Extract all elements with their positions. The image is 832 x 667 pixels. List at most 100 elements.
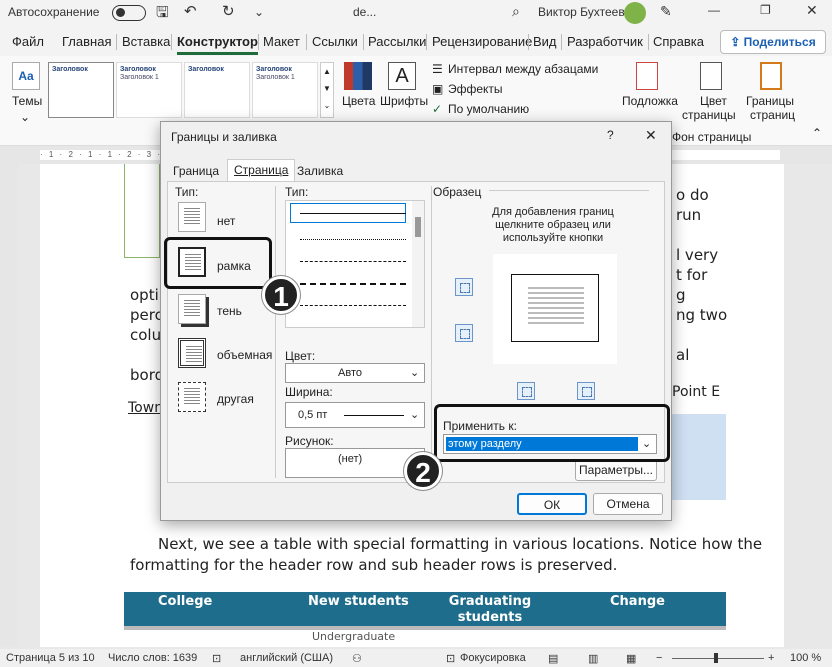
page-borders-label-2[interactable]: страниц <box>750 108 795 122</box>
tab-insert[interactable]: Вставка <box>122 34 170 49</box>
preview-area[interactable] <box>493 254 617 364</box>
themes-icon[interactable]: Aa <box>12 62 40 90</box>
effects-button[interactable]: Эффекты <box>448 82 503 96</box>
top-border-button[interactable] <box>455 278 473 296</box>
qat-more-icon[interactable]: ⌄ <box>254 5 264 19</box>
zoom-out-icon[interactable]: − <box>656 652 662 664</box>
accessibility-icon[interactable]: ⚇ <box>352 652 362 665</box>
style-set-4[interactable]: Заголовок Заголовок 1 <box>252 62 318 118</box>
style-set-2[interactable]: Заголовок Заголовок 1 <box>116 62 182 118</box>
set-default-button[interactable]: По умолчанию <box>448 102 529 116</box>
focus-button[interactable]: Фокусировка <box>460 652 526 664</box>
line-style-list[interactable] <box>285 200 425 328</box>
options-button[interactable]: Параметры... <box>575 459 657 481</box>
web-layout-icon[interactable]: ▦ <box>626 652 636 665</box>
zoom-slider[interactable] <box>672 658 764 659</box>
fonts-icon[interactable]: A <box>388 62 416 90</box>
line-style-dotted[interactable] <box>300 239 406 240</box>
ok-button[interactable]: ОК <box>517 493 587 515</box>
page-borders-icon[interactable] <box>760 62 782 90</box>
zoom-in-icon[interactable]: + <box>768 652 774 664</box>
close-icon[interactable]: ✕ <box>806 2 818 19</box>
help-button[interactable]: ? <box>607 128 614 142</box>
doc-fragment: Point E <box>672 384 721 400</box>
tab-layout[interactable]: Макет <box>263 34 300 49</box>
restore-icon[interactable]: ❐ <box>760 3 771 17</box>
colors-icon[interactable] <box>344 62 372 90</box>
tab-view[interactable]: Вид <box>533 34 557 49</box>
setting-shadow[interactable]: тень <box>217 304 242 318</box>
color-dropdown[interactable]: Авто ⌄ <box>285 363 425 383</box>
tab-design[interactable]: Конструктор <box>177 34 258 55</box>
watermark-button[interactable]: Подложка <box>622 94 678 108</box>
word-count[interactable]: Число слов: 1639 <box>108 652 197 664</box>
save-icon[interactable]: 🖫 <box>156 2 169 27</box>
close-icon[interactable]: ✕ <box>645 127 657 144</box>
tab-home[interactable]: Главная <box>62 34 111 49</box>
setting-custom[interactable]: другая <box>217 392 254 406</box>
print-layout-icon[interactable]: ▥ <box>588 652 598 665</box>
tab-help[interactable]: Справка <box>653 34 704 49</box>
cancel-button[interactable]: Отмена <box>593 493 663 515</box>
tab-borders[interactable]: Граница <box>167 162 225 182</box>
themes-button[interactable]: Темы <box>12 94 42 108</box>
scrollbar-thumb[interactable] <box>415 217 421 237</box>
tab-mailings[interactable]: Рассылки <box>368 34 426 49</box>
user-name[interactable]: Виктор Бухтеев <box>538 5 625 19</box>
right-border-button[interactable] <box>577 382 595 400</box>
page-count[interactable]: Страница 5 из 10 <box>6 652 95 664</box>
tab-file[interactable]: Файл <box>12 34 44 49</box>
read-mode-icon[interactable]: ▤ <box>548 652 558 665</box>
text-box-shape[interactable] <box>124 164 160 258</box>
table-header-row[interactable]: College New students Graduating students… <box>124 592 726 630</box>
check-icon: ✓ <box>432 102 443 116</box>
fonts-button[interactable]: Шрифты <box>380 94 428 108</box>
pen-icon[interactable]: ✎ <box>660 3 672 20</box>
preview-hint: Для добавления границ щелкните образец и… <box>492 206 614 244</box>
page-color-icon[interactable] <box>700 62 722 90</box>
setting-none[interactable]: нет <box>217 214 235 228</box>
tab-review[interactable]: Рецензирование <box>432 34 532 49</box>
search-icon[interactable]: ⌕ <box>512 3 520 20</box>
line-style-dash-dot[interactable] <box>300 305 406 306</box>
left-border-button[interactable] <box>517 382 535 400</box>
proofing-icon[interactable]: ⊡ <box>212 652 221 665</box>
redo-icon[interactable]: ↻ <box>222 2 235 20</box>
undo-icon[interactable]: ↶ <box>184 2 197 20</box>
tab-page-border[interactable]: Страница <box>227 159 296 182</box>
style-set-1[interactable]: Заголовок <box>48 62 114 118</box>
preview-page[interactable] <box>511 274 599 342</box>
line-style-dashed[interactable] <box>300 261 406 262</box>
paragraph-spacing-button[interactable]: Интервал между абзацами <box>448 62 598 76</box>
colors-button[interactable]: Цвета <box>342 94 375 108</box>
share-button[interactable]: ⇪ Поделиться <box>720 30 826 54</box>
tab-shading[interactable]: Заливка <box>291 162 349 182</box>
avatar[interactable] <box>624 2 646 24</box>
doc-fragment: l very <box>676 246 719 264</box>
gallery-scroll[interactable]: ▲ ▼ ⌄ <box>320 62 334 118</box>
style-set-3[interactable]: Заголовок <box>184 62 250 118</box>
minimize-icon[interactable]: — <box>708 3 720 17</box>
page-color-label-1[interactable]: Цвет <box>700 94 727 108</box>
document-name[interactable]: de... <box>353 5 376 19</box>
language[interactable]: английский (США) <box>240 652 333 664</box>
vertical-ruler[interactable] <box>0 164 18 647</box>
page-borders-label-1[interactable]: Границы <box>746 94 794 108</box>
collapse-ribbon-icon[interactable]: ⌃ <box>812 126 822 140</box>
page-color-label-2[interactable]: страницы <box>682 108 736 122</box>
line-style-long-dash[interactable] <box>300 283 406 285</box>
bottom-border-button[interactable] <box>455 324 473 342</box>
zoom-level[interactable]: 100 % <box>790 652 821 664</box>
setting-shadow-icon[interactable] <box>178 294 206 324</box>
line-style-solid[interactable] <box>300 213 406 214</box>
setting-none-icon[interactable] <box>178 202 206 232</box>
setting-3d[interactable]: объемная <box>217 348 272 362</box>
tab-references[interactable]: Ссылки <box>312 34 358 49</box>
watermark-icon[interactable] <box>636 62 658 90</box>
tab-developer[interactable]: Разработчик <box>567 34 643 49</box>
zoom-slider-thumb[interactable] <box>714 653 718 663</box>
setting-custom-icon[interactable] <box>178 382 206 412</box>
setting-3d-icon[interactable] <box>178 338 206 368</box>
autosave-toggle[interactable] <box>112 5 146 21</box>
width-dropdown[interactable]: 0,5 пт ⌄ <box>285 402 425 428</box>
